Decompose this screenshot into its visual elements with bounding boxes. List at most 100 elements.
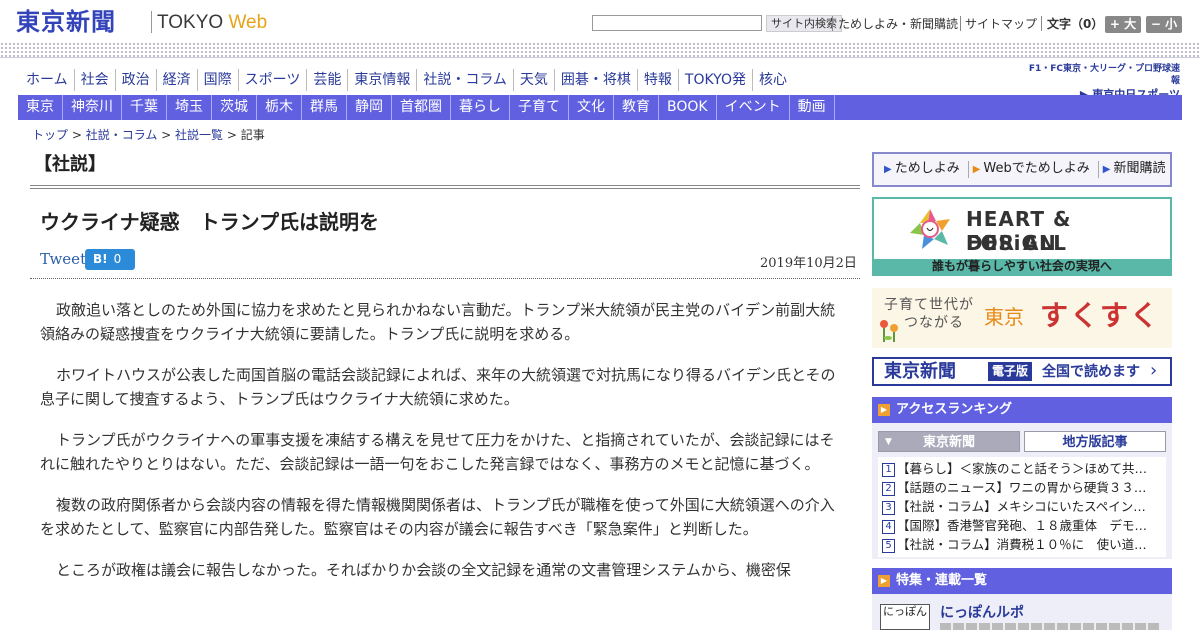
sukusuku-tokyo: 東京 (984, 305, 1024, 329)
breadcrumb-top[interactable]: トップ (32, 128, 68, 142)
digital-edition-badge: 電子版 (988, 362, 1033, 381)
hatena-bookmark-button[interactable]: B! 0 (85, 249, 135, 270)
sitemap-link[interactable]: サイトマップ (965, 16, 1037, 32)
nippon-thumbnail[interactable]: にっぽん (880, 604, 930, 630)
article-divider (30, 278, 860, 279)
nav-item[interactable]: 経済 (155, 69, 197, 91)
arrow-right-icon: ▶ (878, 404, 890, 416)
access-ranking: ▶ アクセスランキング ▼ 東京新聞 地方版記事 1 【暮らし】＜家族のこと話そう＞ほ… (872, 397, 1172, 559)
trial-reading-tab[interactable]: ▶ ためしよみ (880, 161, 969, 178)
regional-nav-item[interactable]: 首都圏 (392, 95, 451, 120)
rank-number: 1 (882, 463, 895, 477)
article-paragraph: 複数の政府関係者から会談内容の情報を得た情報機関関係者は、トランプ氏が職権を使っ… (40, 496, 835, 538)
sukusuku-tagline-1: 子育て世代が (884, 297, 974, 313)
ranking-item[interactable]: 4 【国際】香港警官発砲、１８歳重体 デモ… (878, 516, 1166, 535)
regional-nav-item[interactable]: 神奈川 (63, 95, 122, 120)
regional-nav: 東京 神奈川 千葉 埼玉 茨城 栃木 群馬 静岡 首都圏 暮らし 子育て 文化 教育 BOOK イベント 動画 (18, 95, 1182, 120)
heart-design-subtitle: FOR ALL (966, 231, 1067, 255)
ranking-item-title: 【暮らし】＜家族のこと話そう＞ほめて共… (897, 461, 1148, 476)
ranking-item[interactable]: 2 【話題のニュース】ワニの胃から硬貨３３… (878, 478, 1166, 497)
breadcrumb-editorial-list[interactable]: 社説一覧 (175, 128, 223, 142)
regional-nav-item[interactable]: 栃木 (257, 95, 302, 120)
nav-item[interactable]: 核心 (751, 69, 793, 91)
regional-nav-item[interactable]: 埼玉 (167, 95, 212, 120)
chevron-right-icon: › (1150, 360, 1158, 381)
nav-item[interactable]: 天気 (512, 69, 554, 91)
nav-item[interactable]: 東京情報 (347, 69, 416, 91)
breadcrumb-current: 記事 (240, 128, 265, 142)
nippon-rupo-link[interactable]: にっぽんルポ (940, 604, 1024, 622)
regional-nav-item[interactable]: BOOK (659, 95, 717, 120)
subscribe-tab[interactable]: ▶ 新聞購読 (1099, 161, 1174, 178)
nav-item[interactable]: 特報 (636, 69, 678, 91)
regional-nav-item[interactable]: 文化 (569, 95, 614, 120)
feature-series: ▶ 特集・連載一覧 にっぽん にっぽんルポ (872, 568, 1172, 630)
subscribe-label: 新聞購読 (1113, 161, 1166, 176)
regional-nav-item[interactable]: 暮らし (451, 95, 510, 120)
logo-web-text: Web (228, 12, 268, 33)
ranking-item-title: 【国際】香港警官発砲、１８歳重体 デモ… (897, 518, 1148, 533)
nav-item[interactable]: スポーツ (237, 69, 307, 91)
web-trial-tab[interactable]: ▶ Webでためしよみ (969, 161, 1099, 178)
site-logo[interactable]: 東京新聞 (16, 7, 116, 37)
regional-nav-item[interactable]: 東京 (18, 95, 63, 120)
rank-number: 2 (882, 482, 895, 496)
nav-item[interactable]: ホーム (20, 69, 74, 91)
font-larger-button[interactable]: + 大 (1105, 16, 1141, 33)
breadcrumb-separator: > (223, 128, 241, 142)
rank-number: 4 (882, 520, 895, 534)
font-smaller-button[interactable]: − 小 (1146, 16, 1182, 33)
regional-nav-item[interactable]: 教育 (614, 95, 659, 120)
trial-subscribe-link[interactable]: ためしよみ・新聞購読 (838, 16, 958, 32)
sukusuku-logo: すくすく (1040, 299, 1161, 332)
article-paragraph: ホワイトハウスが公表した両国首脳の電話会談記録によれば、来年の大統領選で対抗馬に… (40, 366, 836, 408)
arrow-right-icon: ▶ (1102, 164, 1111, 175)
header-divider (1041, 16, 1042, 31)
hatena-icon: B! (93, 252, 108, 266)
header-divider (960, 16, 961, 31)
logo-tokyo-text: TOKYO (157, 12, 229, 33)
ranking-item[interactable]: 1 【暮らし】＜家族のこと話そう＞ほめて共… (878, 459, 1166, 478)
trial-reading-label: ためしよみ (894, 161, 960, 176)
nav-item[interactable]: 社説・コラム (416, 69, 513, 91)
digital-edition-banner[interactable]: 東京新聞 電子版 全国で読めます › (872, 357, 1172, 386)
ranking-item[interactable]: 5 【社説・コラム】消費税１０％に 使い道… (878, 535, 1166, 554)
chunichi-sports-link[interactable]: F1・FC東京・大リーグ・プロ野球速報 ▶ 東京中日スポーツ (1020, 63, 1180, 101)
regional-nav-item[interactable]: 群馬 (302, 95, 347, 120)
nav-item[interactable]: 囲碁・将棋 (553, 69, 637, 91)
regional-nav-item[interactable]: 静岡 (347, 95, 392, 120)
heart-design-logo-icon (910, 209, 950, 249)
search-button[interactable]: サイト内検索 (766, 15, 842, 32)
sukusuku-banner[interactable]: 子育て世代が つながる 東京 すくすく (872, 288, 1172, 348)
tokyo-web-logo[interactable]: TOKYO Web (157, 12, 267, 34)
breadcrumb-opinion[interactable]: 社説・コラム (86, 128, 158, 142)
nav-item[interactable]: 社会 (73, 69, 115, 91)
heart-design-banner[interactable]: HEART & DESiGN FOR ALL 誰もが暮らしやすい社会の実現へ (872, 197, 1172, 276)
ranking-tab-local[interactable]: 地方版記事 (1024, 431, 1166, 452)
ranking-item-title: 【社説・コラム】メキシコにいたスペイン… (897, 499, 1146, 514)
article-body: 政敵追い落としのため外国に協力を求めたと見られかねない言動だ。トランプ米大統領が… (40, 298, 842, 599)
heart-design-caption: 誰もが暮らしやすい社会の実現へ (874, 259, 1170, 274)
nav-item[interactable]: 国際 (196, 69, 238, 91)
ranking-tab-tokyo[interactable]: ▼ 東京新聞 (878, 431, 1020, 452)
tweet-button[interactable]: Tweet (40, 249, 86, 269)
font-size-label: 文字（0） (1047, 17, 1104, 31)
ranking-item[interactable]: 3 【社説・コラム】メキシコにいたスペイン… (878, 497, 1166, 516)
regional-nav-item[interactable]: 茨城 (212, 95, 257, 120)
digital-edition-logo: 東京新聞 (884, 361, 956, 382)
regional-nav-item[interactable]: イベント (717, 95, 790, 120)
nav-item[interactable]: 芸能 (306, 69, 347, 91)
nav-item[interactable]: TOKYO発 (677, 69, 752, 91)
nav-item[interactable]: 政治 (114, 69, 156, 91)
digital-edition-text: 全国で読めます (1042, 364, 1140, 380)
article-paragraph: ところが政権は議会に報告しなかった。そればかりか会談の全文記録を通常の文書管理シ… (56, 561, 791, 579)
arrow-right-icon: ▶ (884, 164, 892, 175)
section-title: 【社説】 (34, 154, 106, 175)
search-input[interactable] (592, 15, 762, 31)
ranking-item-title: 【社説・コラム】消費税１０％に 使い道… (897, 537, 1147, 552)
regional-nav-item[interactable]: 動画 (790, 95, 835, 120)
hatena-count: 0 (113, 252, 122, 266)
article-paragraph: 政敵追い落としのため外国に協力を求めたと見られかねない言動だ。トランプ米大統領が… (40, 301, 836, 343)
regional-nav-item[interactable]: 千葉 (122, 95, 167, 120)
regional-nav-item[interactable]: 子育て (510, 95, 569, 120)
